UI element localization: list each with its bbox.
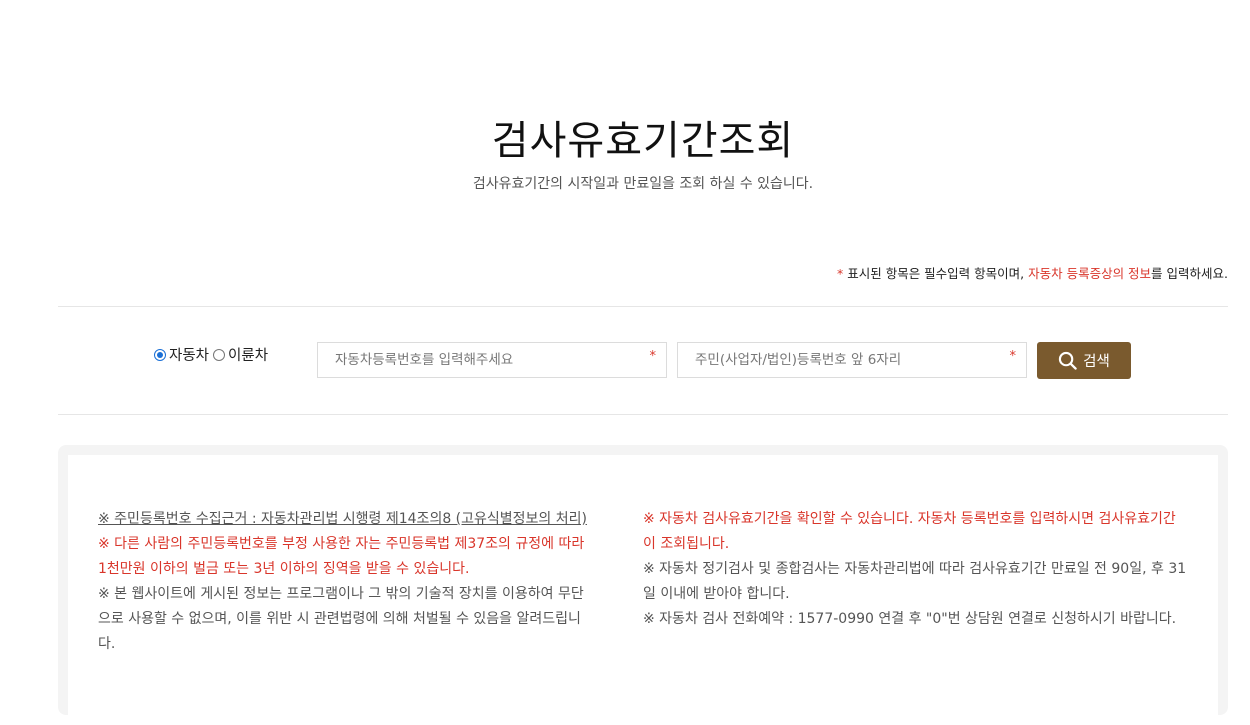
search-button[interactable]: 검색	[1037, 342, 1131, 379]
search-icon	[1059, 351, 1077, 370]
ssn-misuse-warning: ※ 다른 사람의 주민등록번호를 부정 사용한 자는 주민등록법 제37조의 규…	[98, 536, 585, 577]
car-number-field: *	[317, 342, 667, 378]
legal-basis-note: ※ 주민등록번호 수집근거 : 자동차관리법 시행령 제14조의8 (고유식별정…	[98, 511, 587, 527]
required-notice-text-end: 를 입력하세요.	[1151, 266, 1228, 281]
required-notice: * 표시된 항목은 필수입력 항목이며, 자동차 등록증상의 정보를 입력하세요…	[837, 263, 1228, 282]
page-subtitle: 검사유효기간의 시작일과 만료일을 조회 하실 수 있습니다.	[472, 176, 814, 192]
page-title: 검사유효기간조회	[491, 118, 795, 164]
phone-reservation-note: ※ 자동차 검사 전화예약 : 1577-0990 연결 후 "0"번 상담원 …	[643, 611, 1177, 627]
divider-top	[58, 306, 1228, 307]
info-box-inner: ※ 주민등록번호 수집근거 : 자동차관리법 시행령 제14조의8 (고유식별정…	[68, 455, 1218, 725]
ssn-required-star: *	[1009, 349, 1017, 364]
car-number-input[interactable]	[318, 343, 666, 377]
info-right-column: ※ 자동차 검사유효기간을 확인할 수 있습니다. 자동차 등록번호를 입력하시…	[643, 507, 1188, 632]
radio-motorcycle-label[interactable]: 이륜차	[228, 344, 268, 365]
vehicle-type-radio-group: 자동차 이륜차	[154, 344, 272, 365]
ssn-field: *	[677, 342, 1027, 378]
info-box: ※ 주민등록번호 수집근거 : 자동차관리법 시행령 제14조의8 (고유식별정…	[58, 445, 1228, 725]
search-button-label: 검색	[1083, 354, 1110, 370]
required-notice-text: 표시된 항목은 필수입력 항목이며,	[843, 266, 1029, 281]
inspection-period-note: ※ 자동차 정기검사 및 종합검사는 자동차관리법에 따라 검사유효기간 만료일…	[643, 561, 1187, 602]
radio-car-label[interactable]: 자동차	[169, 344, 209, 365]
radio-motorcycle[interactable]	[213, 348, 226, 361]
lookup-guide-note: ※ 자동차 검사유효기간을 확인할 수 있습니다. 자동차 등록번호를 입력하시…	[643, 511, 1176, 552]
divider-bottom	[58, 414, 1228, 415]
car-number-required-star: *	[649, 349, 657, 364]
info-left-column: ※ 주민등록번호 수집근거 : 자동차관리법 시행령 제14조의8 (고유식별정…	[98, 507, 588, 657]
radio-car[interactable]	[154, 348, 166, 361]
ssn-input[interactable]	[678, 343, 1026, 377]
required-notice-highlight: 자동차 등록증상의 정보	[1028, 266, 1152, 281]
copyright-notice: ※ 본 웹사이트에 게시된 정보는 프로그램이나 그 밖의 기술적 장치를 이용…	[98, 586, 584, 652]
